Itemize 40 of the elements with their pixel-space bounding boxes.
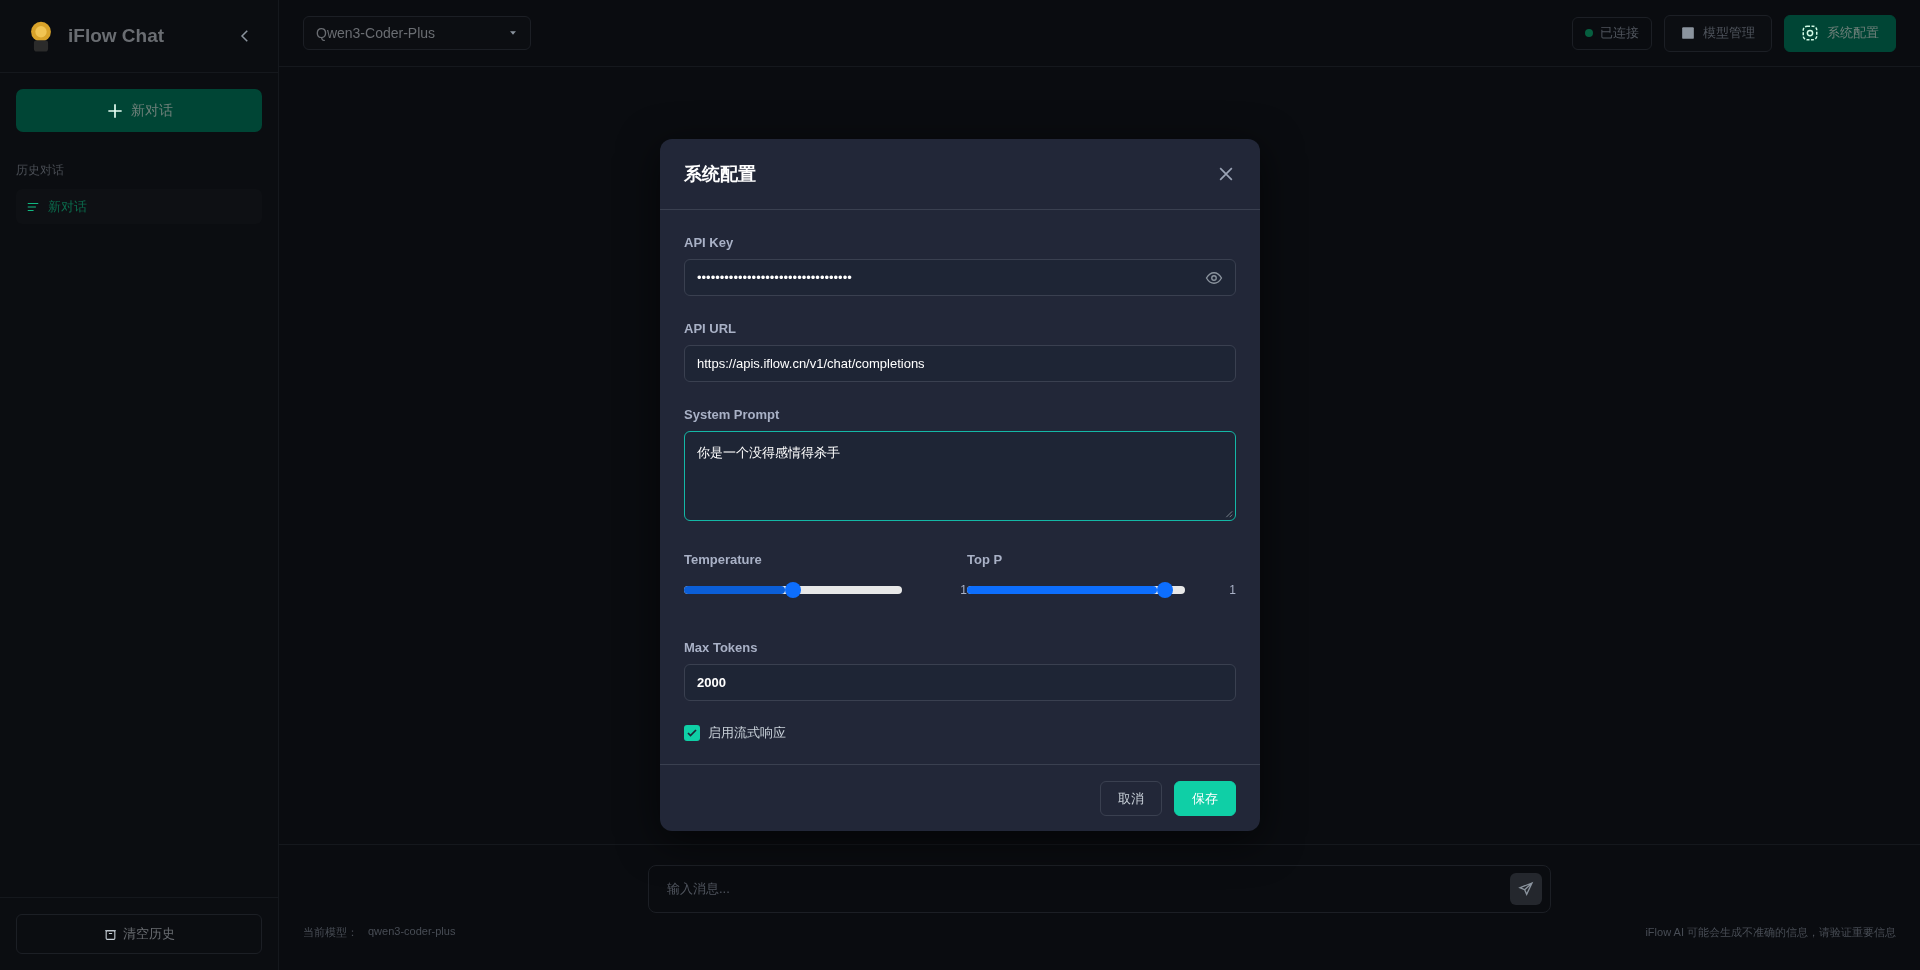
- masked-value: ••••••••••••••••••••••••••••••••••: [697, 270, 852, 285]
- slider-value: 1: [1229, 583, 1236, 597]
- check-icon: [686, 727, 698, 739]
- connection-status: 已连接: [1572, 16, 1652, 50]
- settings-button[interactable]: 系统配置: [1784, 14, 1896, 52]
- dialog-title: 系统配置: [684, 163, 756, 186]
- settings-icon: [1801, 24, 1819, 42]
- slider-value: 1: [960, 583, 967, 597]
- slider-thumb[interactable]: [1157, 582, 1174, 598]
- max-tokens-field[interactable]: 2000: [684, 664, 1236, 701]
- send-icon: [1518, 881, 1534, 897]
- checkbox[interactable]: [684, 725, 700, 741]
- resize-handle-icon: [1223, 508, 1233, 518]
- input-placeholder: 输入消息...: [667, 880, 730, 898]
- new-chat-button[interactable]: 新对话: [16, 89, 262, 132]
- current-model-name: qwen3-coder-plus: [368, 925, 456, 939]
- save-button[interactable]: 保存: [1174, 781, 1236, 816]
- slider-thumb[interactable]: [785, 582, 801, 598]
- message-input[interactable]: 输入消息...: [648, 865, 1551, 913]
- prompt-text: 你是一个没得感情得杀手: [697, 444, 840, 462]
- api-key-field[interactable]: ••••••••••••••••••••••••••••••••••: [684, 259, 1236, 296]
- send-button[interactable]: [1510, 873, 1542, 905]
- model-management-button[interactable]: 模型管理: [1664, 14, 1772, 52]
- slider-label: Top P: [967, 552, 1004, 567]
- section-heading: 历史对话: [16, 162, 65, 179]
- system-prompt-field[interactable]: 你是一个没得感情得杀手: [684, 431, 1236, 521]
- field-label: System Prompt: [684, 407, 781, 422]
- square-icon: [1681, 26, 1695, 40]
- model-select[interactable]: Qwen3-Coder-Plus: [303, 16, 531, 50]
- app-title: iFlow Chat: [68, 25, 166, 47]
- field-label: Max Tokens: [684, 640, 759, 655]
- current-model-label: 当前模型：: [303, 925, 358, 940]
- api-url-field[interactable]: https://apis.iflow.cn/v1/chat/completions: [684, 345, 1236, 382]
- trash-icon: [103, 927, 117, 941]
- cancel-button[interactable]: 取消: [1100, 781, 1162, 816]
- slider-label: Temperature: [684, 552, 763, 567]
- clear-history-button[interactable]: 清空历史: [16, 914, 262, 954]
- field-label: API URL: [684, 321, 737, 336]
- field-label: API Key: [684, 235, 735, 250]
- checkbox-label: 启用流式响应: [708, 724, 786, 742]
